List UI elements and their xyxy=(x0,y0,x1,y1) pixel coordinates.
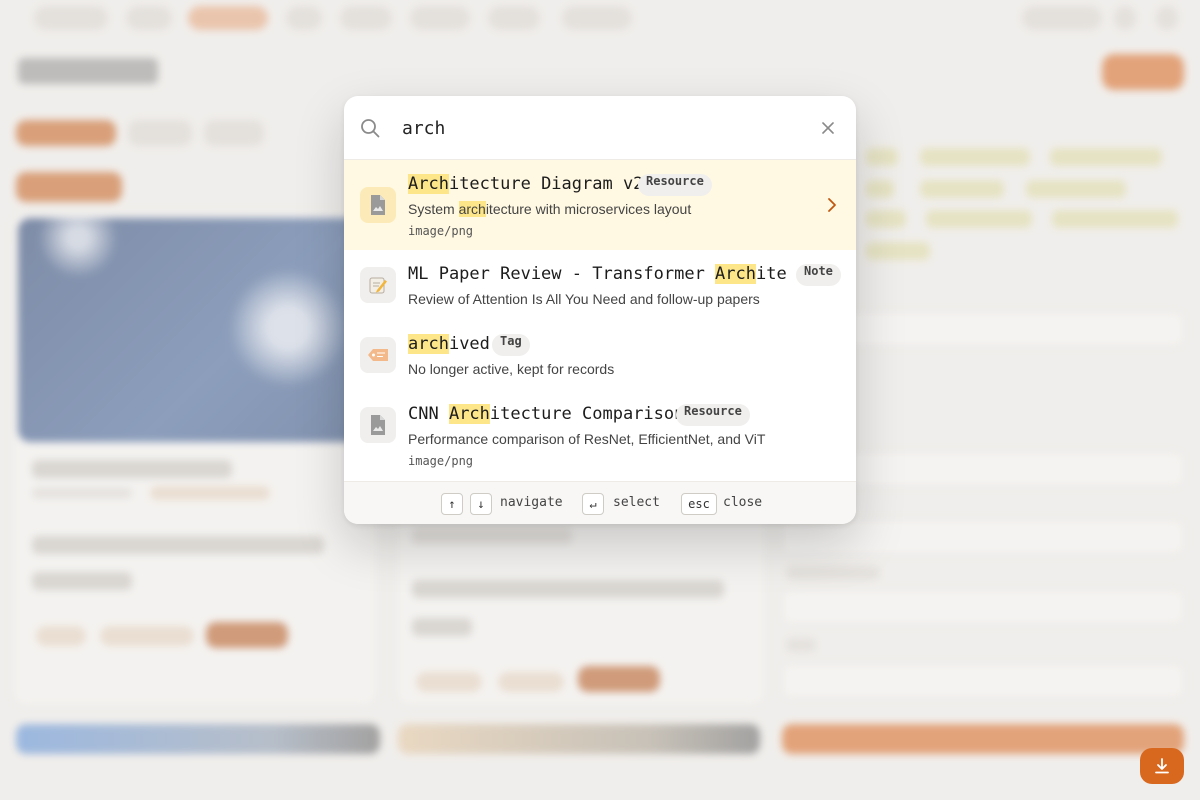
tag-icon xyxy=(360,337,396,373)
close-icon[interactable] xyxy=(820,120,836,136)
enter-key: ↵ xyxy=(582,493,604,515)
search-bar xyxy=(344,96,856,160)
arrow-down-key: ↓ xyxy=(470,493,492,515)
search-input[interactable] xyxy=(402,114,802,142)
esc-key: esc xyxy=(681,493,717,515)
search-result-item[interactable]: Architecture Diagram v2 Resource System … xyxy=(344,160,856,250)
note-icon xyxy=(360,267,396,303)
search-result-item[interactable]: ML Paper Review - Transformer Architec… … xyxy=(344,250,856,320)
result-mime-type: image/png xyxy=(408,224,474,238)
result-type-badge: Resource xyxy=(638,174,712,196)
select-hint: select xyxy=(613,495,660,510)
result-description: Performance comparison of ResNet, Effici… xyxy=(408,431,766,447)
result-type-badge: Resource xyxy=(676,404,750,426)
result-description: No longer active, kept for records xyxy=(408,361,615,377)
search-icon xyxy=(361,119,380,138)
arrow-up-key: ↑ xyxy=(441,493,463,515)
result-mime-type: image/png xyxy=(408,454,474,468)
download-button[interactable] xyxy=(1140,748,1184,784)
result-title: ML Paper Review - Transformer Architec… xyxy=(408,264,786,284)
close-hint: close xyxy=(723,495,763,510)
result-title: CNN Architecture Comparison xyxy=(408,404,685,424)
result-title: archived xyxy=(408,334,490,354)
image-file-icon xyxy=(360,407,396,443)
command-palette: Architecture Diagram v2 Resource System … xyxy=(344,96,856,524)
search-result-item[interactable]: archived Tag No longer active, kept for … xyxy=(344,320,856,390)
result-type-badge: Tag xyxy=(492,334,530,356)
navigate-hint: navigate xyxy=(500,495,563,510)
keyboard-hints: ↑ ↓ navigate ↵ select esc close xyxy=(344,481,856,524)
result-title: Architecture Diagram v2 xyxy=(408,174,644,194)
image-file-icon xyxy=(360,187,396,223)
search-result-item[interactable]: CNN Architecture Comparison Resource Per… xyxy=(344,390,856,480)
result-description: System architecture with microservices l… xyxy=(408,201,692,217)
result-description: Review of Attention Is All You Need and … xyxy=(408,291,760,307)
chevron-right-icon xyxy=(828,198,836,212)
search-results: Architecture Diagram v2 Resource System … xyxy=(344,160,856,480)
result-type-badge: Note xyxy=(796,264,841,286)
download-icon xyxy=(1155,758,1169,774)
